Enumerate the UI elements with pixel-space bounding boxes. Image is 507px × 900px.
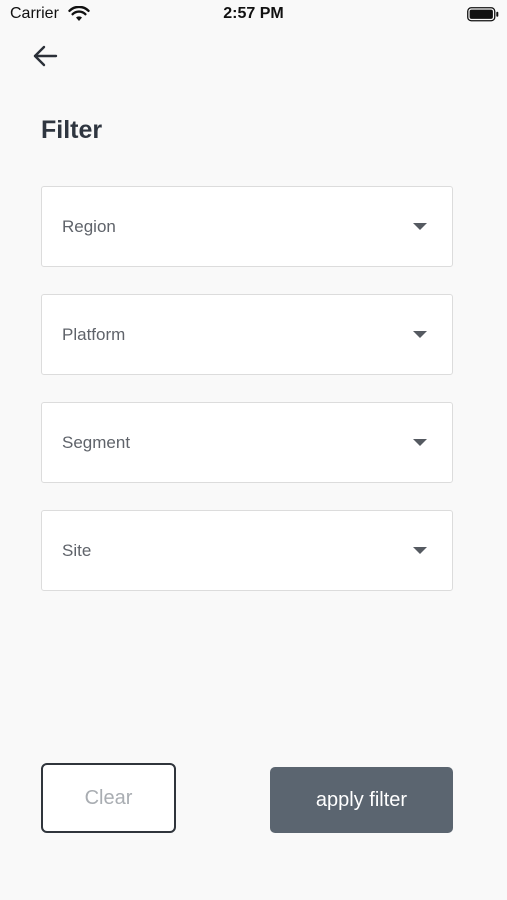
clear-button[interactable]: Clear: [41, 763, 176, 833]
apply-filter-button[interactable]: apply filter: [270, 767, 453, 833]
platform-label: Platform: [62, 325, 126, 344]
segment-label: Segment: [62, 433, 131, 452]
region-dropdown[interactable]: Region: [41, 186, 453, 267]
filter-screen: Carrier 2:57 PM Filter Region Platform S…: [0, 0, 507, 900]
chevron-down-icon: [413, 331, 427, 338]
status-bar: Carrier 2:57 PM: [0, 0, 507, 30]
arrow-left-icon: [32, 45, 58, 72]
platform-dropdown[interactable]: Platform: [41, 294, 453, 375]
site-label: Site: [62, 541, 92, 560]
segment-dropdown[interactable]: Segment: [41, 402, 453, 483]
chevron-down-icon: [413, 439, 427, 446]
chevron-down-icon: [413, 223, 427, 230]
site-dropdown[interactable]: Site: [41, 510, 453, 591]
chevron-down-icon: [413, 547, 427, 554]
back-button[interactable]: [28, 42, 62, 74]
page-title: Filter: [41, 116, 103, 144]
battery-icon: [467, 7, 499, 27]
status-time: 2:57 PM: [223, 5, 284, 22]
region-label: Region: [62, 217, 116, 236]
